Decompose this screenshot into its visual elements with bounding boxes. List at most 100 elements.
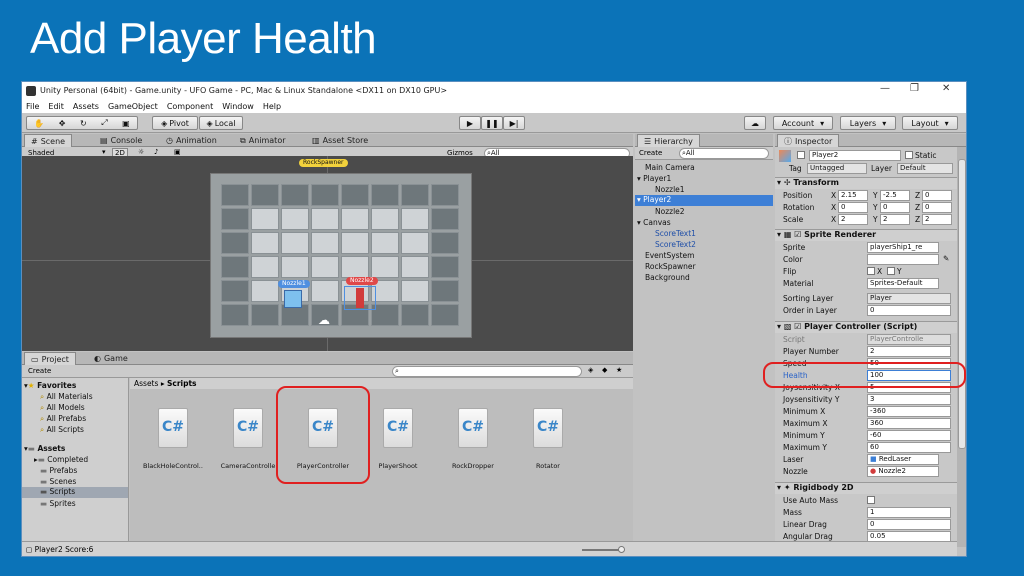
assets-header[interactable]: ▾▬ Assets bbox=[24, 444, 65, 453]
menu-edit[interactable]: Edit bbox=[48, 102, 64, 111]
inspector-scrollbar[interactable] bbox=[957, 147, 966, 547]
tab-animator[interactable]: ⧉ Animator bbox=[234, 134, 292, 147]
breadcrumb-assets[interactable]: Assets bbox=[134, 379, 158, 388]
material-field[interactable]: Sprites-Default bbox=[867, 278, 939, 289]
favorite-item[interactable]: ⌕ All Prefabs bbox=[40, 414, 86, 424]
rotation-x-field[interactable]: 0 bbox=[838, 202, 868, 213]
flip-x-checkbox[interactable] bbox=[867, 267, 875, 275]
play-button[interactable]: ▶ bbox=[459, 116, 481, 130]
favorite-star-icon[interactable]: ★ bbox=[616, 366, 622, 374]
filter-label-icon[interactable]: ◆ bbox=[602, 366, 607, 374]
pivot-button[interactable]: ◈ Pivot bbox=[152, 116, 198, 130]
eyedropper-icon[interactable]: ✎ bbox=[943, 254, 949, 263]
tag-dropdown[interactable]: Untagged bbox=[807, 163, 867, 174]
rect-tool-icon[interactable]: ▣ bbox=[122, 119, 130, 128]
hierarchy-item[interactable]: ▾ Canvas bbox=[637, 218, 671, 227]
minimum-x-field[interactable]: -360 bbox=[867, 406, 951, 417]
rotate-tool-icon[interactable]: ↻ bbox=[80, 119, 87, 128]
linear-drag-field[interactable]: 0 bbox=[867, 519, 951, 530]
mass-field[interactable]: 1 bbox=[867, 507, 951, 518]
player1-ship-icon[interactable] bbox=[284, 290, 302, 308]
favorite-item[interactable]: ⌕ All Scripts bbox=[40, 425, 84, 435]
rigidbody-header[interactable]: ▾ ✦ Rigidbody 2D bbox=[775, 482, 957, 494]
hierarchy-item[interactable]: Nozzle1 bbox=[655, 185, 685, 194]
rotation-z-field[interactable]: 0 bbox=[922, 202, 952, 213]
menu-gameobject[interactable]: GameObject bbox=[108, 102, 158, 111]
tab-inspector[interactable]: ⓘ Inspector bbox=[777, 134, 840, 147]
folder-item[interactable]: ▬ Sprites bbox=[40, 499, 76, 508]
cloud-button[interactable]: ☁ bbox=[744, 116, 766, 130]
menu-assets[interactable]: Assets bbox=[73, 102, 99, 111]
filter-type-icon[interactable]: ◈ bbox=[588, 366, 593, 374]
use-auto-mass-checkbox[interactable] bbox=[867, 496, 875, 504]
menu-file[interactable]: File bbox=[26, 102, 39, 111]
sprite-renderer-header[interactable]: ▾ ▦ ☑ Sprite Renderer bbox=[775, 229, 957, 241]
position-z-field[interactable]: 0 bbox=[922, 190, 952, 201]
minimize-button[interactable]: — bbox=[880, 83, 890, 94]
player-controller-header[interactable]: ▾ ▧ ☑ Player Controller (Script) bbox=[775, 321, 957, 333]
hand-tool-icon[interactable]: ✋ bbox=[34, 119, 44, 128]
move-tool-icon[interactable]: ✥ bbox=[59, 119, 66, 128]
local-button[interactable]: ◈ Local bbox=[199, 116, 243, 130]
scrollbar-thumb[interactable] bbox=[958, 159, 966, 449]
maximum-y-field[interactable]: 60 bbox=[867, 442, 951, 453]
nozzle1-label[interactable]: Nozzle1 bbox=[278, 280, 310, 288]
scale-tool-icon[interactable]: ⤢ bbox=[101, 118, 107, 128]
player2-ship-icon[interactable] bbox=[356, 288, 364, 308]
audio-icon[interactable]: ♪ bbox=[154, 148, 158, 156]
tab-hierarchy[interactable]: ☰ Hierarchy bbox=[637, 134, 700, 147]
enabled-checkbox-icon[interactable]: ☑ bbox=[794, 230, 801, 239]
project-create-dropdown[interactable]: Create bbox=[28, 367, 51, 375]
layout-dropdown[interactable]: Layout ▾ bbox=[902, 116, 958, 130]
tab-project[interactable]: ▭ Project bbox=[24, 352, 76, 365]
hierarchy-item[interactable]: Nozzle2 bbox=[655, 207, 685, 216]
object-name-field[interactable]: Player2 bbox=[809, 150, 901, 161]
minimum-y-field[interactable]: -60 bbox=[867, 430, 951, 441]
color-field[interactable] bbox=[867, 254, 939, 265]
script-asset[interactable]: C# BlackHoleControl.. bbox=[138, 408, 208, 470]
account-dropdown[interactable]: Account ▾ bbox=[773, 116, 833, 130]
hierarchy-item[interactable]: EventSystem bbox=[645, 251, 694, 260]
tab-console[interactable]: ▤ Console bbox=[94, 134, 148, 147]
tab-game[interactable]: ◐ Game bbox=[88, 352, 134, 365]
lighting-icon[interactable]: ☼ bbox=[138, 148, 144, 156]
script-asset[interactable]: C# CameraControlle bbox=[213, 408, 283, 470]
menu-window[interactable]: Window bbox=[222, 102, 254, 111]
nozzle2-label[interactable]: Nozzle2 bbox=[346, 277, 378, 285]
layers-dropdown[interactable]: Layers ▾ bbox=[840, 116, 896, 130]
position-x-field[interactable]: 2.15 bbox=[838, 190, 868, 201]
hierarchy-item[interactable]: ScoreText2 bbox=[655, 240, 696, 249]
sprite-field[interactable]: playerShip1_re bbox=[867, 242, 939, 253]
maximize-button[interactable]: ❐ bbox=[910, 83, 919, 94]
sorting-layer-dropdown[interactable]: Player bbox=[867, 293, 951, 304]
hierarchy-item[interactable]: RockSpawner bbox=[645, 262, 696, 271]
rockspawner-label[interactable]: RockSpawner bbox=[299, 159, 348, 167]
position-y-field[interactable]: -2.5 bbox=[880, 190, 910, 201]
player-number-field[interactable]: 2 bbox=[867, 346, 951, 357]
transform-header[interactable]: ▾ ✢ Transform bbox=[775, 177, 957, 189]
hierarchy-search-input[interactable]: ⌕All bbox=[679, 148, 769, 159]
hierarchy-create-dropdown[interactable]: Create bbox=[639, 149, 662, 157]
menu-help[interactable]: Help bbox=[263, 102, 281, 111]
order-in-layer-field[interactable]: 0 bbox=[867, 305, 951, 316]
script-asset[interactable]: C# RockDropper bbox=[438, 408, 508, 470]
folder-item[interactable]: ▬ Scenes bbox=[40, 477, 76, 486]
close-button[interactable]: ✕ bbox=[942, 83, 950, 94]
script-asset[interactable]: C# Rotator bbox=[513, 408, 583, 470]
joysensitivity-y-field[interactable]: 3 bbox=[867, 394, 951, 405]
favorites-header[interactable]: ▾★ Favorites bbox=[24, 381, 76, 390]
maximum-x-field[interactable]: 360 bbox=[867, 418, 951, 429]
icon-size-slider[interactable] bbox=[582, 549, 622, 551]
scene-view[interactable]: RockSpawner ☁ Nozzle1 Nozzle2 bbox=[22, 156, 633, 351]
scale-x-field[interactable]: 2 bbox=[838, 214, 868, 225]
scale-y-field[interactable]: 2 bbox=[880, 214, 910, 225]
effects-icon[interactable]: ▣ bbox=[174, 148, 181, 156]
laser-field[interactable]: ■ RedLaser bbox=[867, 454, 939, 465]
menu-component[interactable]: Component bbox=[167, 102, 213, 111]
flip-y-checkbox[interactable] bbox=[887, 267, 895, 275]
hierarchy-item[interactable]: Main Camera bbox=[645, 163, 695, 172]
layer-dropdown[interactable]: Default bbox=[897, 163, 953, 174]
active-checkbox[interactable] bbox=[797, 151, 805, 159]
tab-scene[interactable]: # Scene bbox=[24, 134, 73, 147]
icon-size-slider-handle[interactable] bbox=[618, 546, 625, 553]
